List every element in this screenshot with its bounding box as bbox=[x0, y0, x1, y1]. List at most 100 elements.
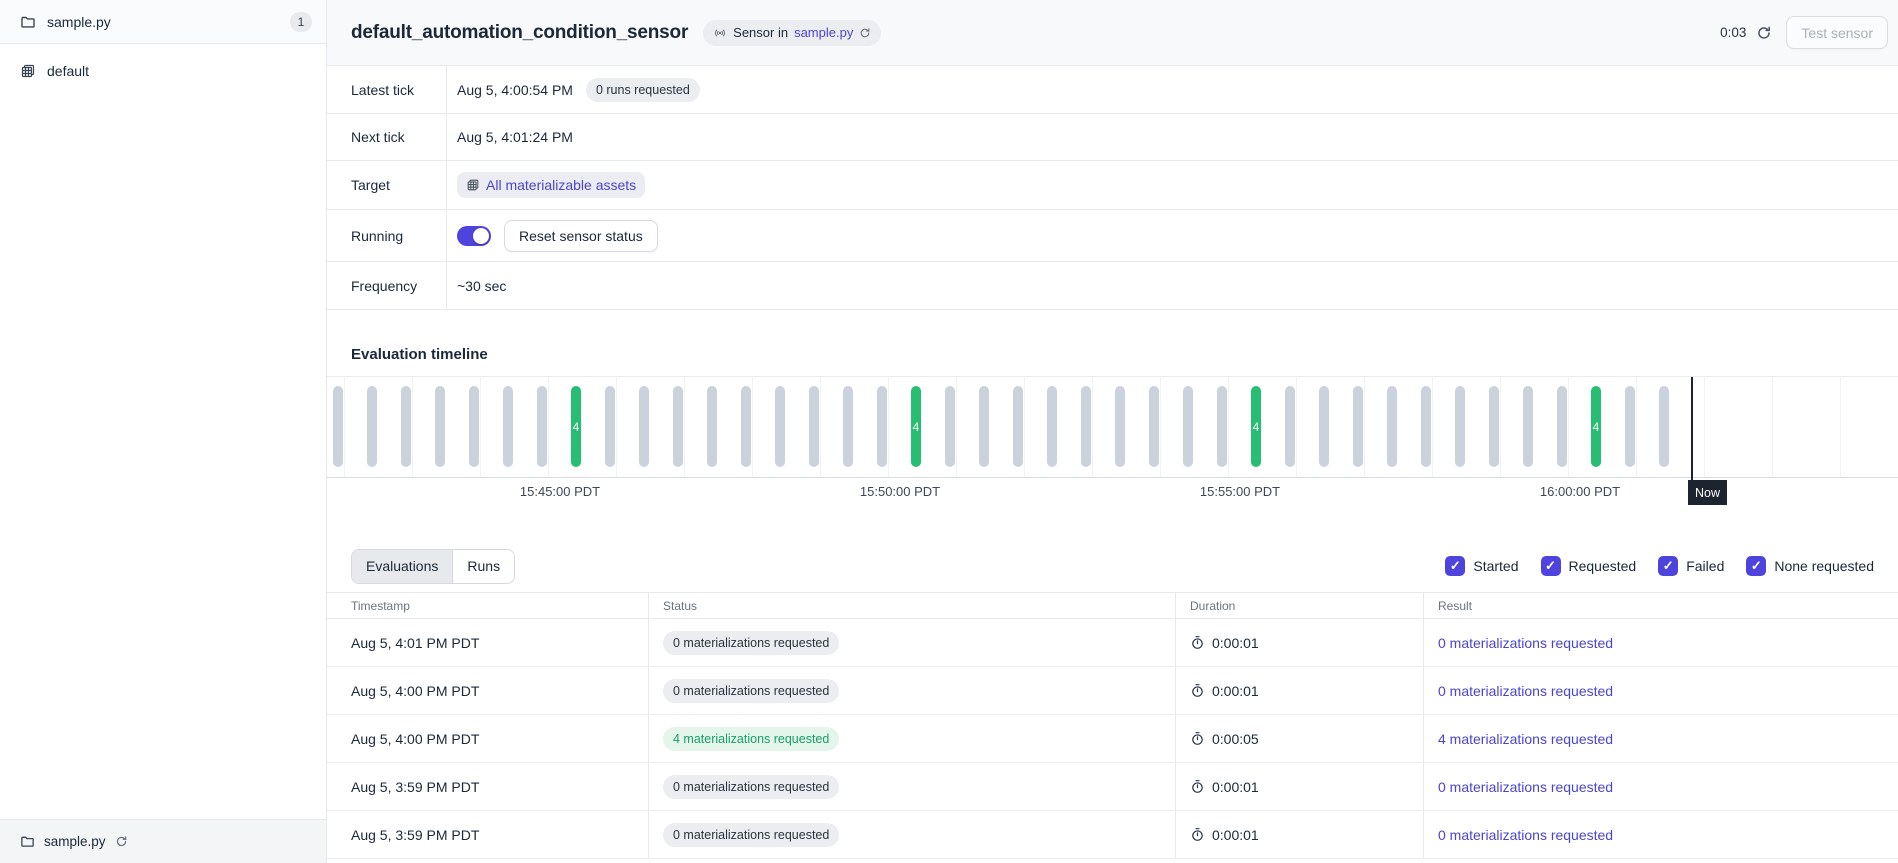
checkbox-checked-icon[interactable]: ✓ bbox=[1746, 556, 1766, 576]
table-row: Aug 5, 4:01 PM PDT0 materializations req… bbox=[327, 619, 1898, 667]
evaluation-tick-bar-requested[interactable]: 4 bbox=[911, 386, 921, 467]
evaluation-tick-bar[interactable] bbox=[435, 386, 445, 467]
result-link[interactable]: 0 materializations requested bbox=[1438, 779, 1613, 795]
test-sensor-button[interactable]: Test sensor bbox=[1786, 16, 1888, 49]
result-link[interactable]: 0 materializations requested bbox=[1438, 683, 1613, 699]
result-link[interactable]: 4 materializations requested bbox=[1438, 731, 1613, 747]
evaluation-tick-bar-requested[interactable]: 4 bbox=[1591, 386, 1601, 467]
reload-icon[interactable] bbox=[115, 835, 128, 848]
reload-icon[interactable] bbox=[859, 27, 871, 39]
cell-status: 0 materializations requested bbox=[648, 667, 1175, 714]
evaluation-tick-bar[interactable] bbox=[367, 386, 377, 467]
gridline bbox=[1092, 377, 1093, 477]
evaluation-tick-bar[interactable] bbox=[639, 386, 649, 467]
gridline bbox=[1364, 377, 1365, 477]
sidebar-item-default[interactable]: default bbox=[0, 54, 326, 88]
evaluation-tick-bar[interactable] bbox=[605, 386, 615, 467]
axis-tick-label: 15:55:00 PDT bbox=[1200, 484, 1280, 499]
evaluation-tick-bar[interactable] bbox=[1047, 386, 1057, 467]
reset-sensor-status-button[interactable]: Reset sensor status bbox=[504, 220, 658, 252]
latest-tick-time: Aug 5, 4:00:54 PM bbox=[457, 82, 573, 98]
evaluation-tick-bar[interactable] bbox=[707, 386, 717, 467]
column-header-timestamp: Timestamp bbox=[327, 593, 648, 618]
asset-group-icon bbox=[20, 63, 36, 79]
evaluation-tick-bar[interactable] bbox=[1523, 386, 1533, 467]
cell-timestamp: Aug 5, 4:00 PM PDT bbox=[327, 667, 648, 714]
page-title: default_automation_condition_sensor bbox=[351, 22, 688, 44]
target-assets-link[interactable]: All materializable assets bbox=[457, 172, 645, 198]
checkbox-checked-icon[interactable]: ✓ bbox=[1541, 556, 1561, 576]
evaluation-tick-bar[interactable] bbox=[1625, 386, 1635, 467]
gridline bbox=[616, 377, 617, 477]
filter-requested[interactable]: ✓Requested bbox=[1541, 556, 1637, 576]
gridline bbox=[548, 377, 549, 477]
cell-duration: 0:00:05 bbox=[1175, 715, 1423, 762]
evaluation-tick-bar[interactable] bbox=[945, 386, 955, 467]
gridline bbox=[820, 377, 821, 477]
evaluation-tick-bar[interactable] bbox=[741, 386, 751, 467]
sidebar-item-label: default bbox=[47, 63, 89, 79]
duration-value: 0:00:01 bbox=[1212, 635, 1259, 651]
checkbox-checked-icon[interactable]: ✓ bbox=[1445, 556, 1465, 576]
filter-none-requested[interactable]: ✓ None requested bbox=[1746, 556, 1874, 576]
evaluation-tick-bar[interactable] bbox=[401, 386, 411, 467]
evaluation-tick-bar[interactable] bbox=[1081, 386, 1091, 467]
evaluation-tick-bar[interactable] bbox=[877, 386, 887, 467]
filter-failed[interactable]: ✓Failed bbox=[1658, 556, 1724, 576]
evaluation-tick-bar[interactable] bbox=[503, 386, 513, 467]
evaluation-tick-bar[interactable] bbox=[1489, 386, 1499, 467]
table-row: Aug 5, 3:59 PM PDT0 materializations req… bbox=[327, 811, 1898, 859]
filter-started[interactable]: ✓Started bbox=[1445, 556, 1518, 576]
gridline bbox=[956, 377, 957, 477]
result-link[interactable]: 0 materializations requested bbox=[1438, 827, 1613, 843]
checkbox-checked-icon[interactable]: ✓ bbox=[1658, 556, 1678, 576]
cell-result: 0 materializations requested bbox=[1423, 811, 1898, 858]
folder-icon bbox=[20, 834, 35, 849]
running-toggle[interactable] bbox=[457, 226, 491, 246]
evaluation-tick-bar[interactable] bbox=[809, 386, 819, 467]
evaluation-tick-bar[interactable] bbox=[1115, 386, 1125, 467]
cell-status: 0 materializations requested bbox=[648, 811, 1175, 858]
evaluation-tick-bar[interactable] bbox=[1387, 386, 1397, 467]
evaluation-tick-bar[interactable] bbox=[1353, 386, 1363, 467]
evaluation-tick-bar[interactable] bbox=[1183, 386, 1193, 467]
evaluation-tick-bar[interactable] bbox=[537, 386, 547, 467]
evaluation-tick-bar[interactable] bbox=[1557, 386, 1567, 467]
stopwatch-icon bbox=[1190, 683, 1205, 698]
gridline bbox=[1840, 377, 1841, 477]
evaluation-tick-bar[interactable] bbox=[775, 386, 785, 467]
evaluation-tick-bar[interactable] bbox=[469, 386, 479, 467]
evaluation-tick-bar[interactable] bbox=[1659, 386, 1669, 467]
evaluation-tick-bar[interactable] bbox=[333, 386, 343, 467]
axis-tick-label: 16:00:00 PDT bbox=[1540, 484, 1620, 499]
cell-duration: 0:00:01 bbox=[1175, 811, 1423, 858]
evaluation-tick-bar[interactable] bbox=[673, 386, 683, 467]
tab-runs[interactable]: Runs bbox=[452, 550, 514, 583]
result-link[interactable]: 0 materializations requested bbox=[1438, 635, 1613, 651]
evaluation-tick-bar[interactable] bbox=[1217, 386, 1227, 467]
evaluation-tick-bar[interactable] bbox=[979, 386, 989, 467]
evaluation-tick-bar[interactable] bbox=[1455, 386, 1465, 467]
table-header: TimestampStatusDurationResult bbox=[327, 592, 1898, 619]
status-pill: 4 materializations requested bbox=[663, 727, 839, 751]
evaluation-tick-bar[interactable] bbox=[1421, 386, 1431, 467]
evaluation-tick-bar-requested[interactable]: 4 bbox=[571, 386, 581, 467]
evaluation-tick-bar[interactable] bbox=[1149, 386, 1159, 467]
target-label: All materializable assets bbox=[486, 177, 636, 193]
tick-run-count: 4 bbox=[1253, 420, 1260, 434]
tab-evaluations[interactable]: Evaluations bbox=[352, 550, 452, 583]
evaluation-tick-bar[interactable] bbox=[843, 386, 853, 467]
sidebar-code-location[interactable]: sample.py 1 bbox=[0, 0, 326, 44]
evaluation-tick-bar-requested[interactable]: 4 bbox=[1251, 386, 1261, 467]
filter-label: None requested bbox=[1774, 558, 1874, 574]
timeline-axis bbox=[327, 477, 1898, 478]
sidebar-footer[interactable]: sample.py bbox=[0, 819, 326, 863]
evaluation-timeline-section: Evaluation timeline 4444 15:45:00 PDT15:… bbox=[327, 310, 1898, 548]
sensor-tag-link[interactable]: sample.py bbox=[794, 25, 853, 40]
evaluation-tick-bar[interactable] bbox=[1319, 386, 1329, 467]
timeline-chart: 4444 15:45:00 PDT15:50:00 PDT15:55:00 PD… bbox=[327, 376, 1898, 516]
refresh-icon[interactable] bbox=[1756, 25, 1772, 41]
evaluation-tick-bar[interactable] bbox=[1013, 386, 1023, 467]
stopwatch-icon bbox=[1190, 731, 1205, 746]
evaluation-tick-bar[interactable] bbox=[1285, 386, 1295, 467]
